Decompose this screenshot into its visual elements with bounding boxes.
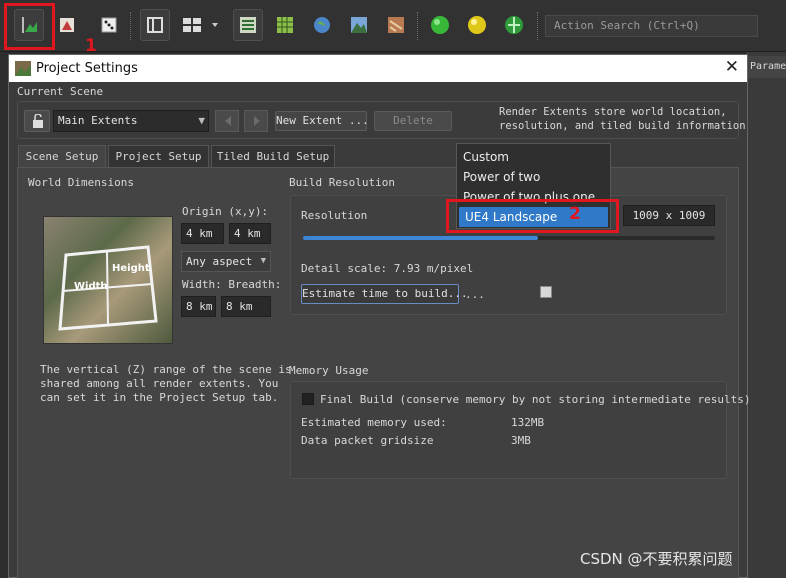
dropdown-option-power-of-two[interactable]: Power of two: [457, 167, 610, 187]
resolution-slider-track[interactable]: [303, 236, 715, 240]
next-extent-button[interactable]: [244, 110, 268, 132]
origin-x-field[interactable]: 4 km: [181, 223, 224, 244]
vertical-range-note-line3: can set it in the Project Setup tab.: [40, 391, 279, 404]
action-search-input[interactable]: Action Search (Ctrl+Q): [545, 15, 758, 37]
dropdown-option-custom[interactable]: Custom: [457, 147, 610, 167]
mountain-icon[interactable]: [344, 9, 374, 41]
dialog-titlebar: Project Settings ✕: [9, 55, 747, 82]
parameters-tab[interactable]: Paramet: [746, 56, 786, 78]
layer-view-icon[interactable]: [233, 9, 263, 41]
resolution-value-field[interactable]: 1009 x 1009: [623, 205, 715, 226]
vertical-range-note-line1: The vertical (Z) range of the scene is: [40, 363, 292, 376]
width-breadth-label: Width: Breadth:: [182, 278, 282, 291]
resolution-slider-handle[interactable]: [539, 286, 552, 298]
lock-icon: [31, 113, 45, 131]
gridsize-label: Data packet gridsize: [301, 434, 434, 447]
info-text-line1: Render Extents store world location,: [499, 106, 727, 118]
estimated-memory-value: 132MB: [511, 416, 545, 429]
origin-label: Origin (x,y):: [182, 205, 269, 218]
dialog-title: Project Settings: [36, 61, 138, 76]
watermark: CSDN @不要积累问题: [580, 550, 733, 568]
tab-tiled-build-setup[interactable]: Tiled Build Setup: [211, 145, 335, 168]
gridsize-value: 3MB: [511, 434, 531, 447]
annotation-box-1: [4, 3, 55, 50]
preview-width-label: Width: [74, 281, 108, 292]
delete-button[interactable]: Delete: [374, 111, 452, 131]
estimate-time-button[interactable]: Estimate time to build...: [301, 284, 468, 304]
memory-usage-label: Memory Usage: [289, 364, 369, 377]
app-icon: [15, 61, 31, 80]
chevron-down-icon: ▼: [198, 114, 205, 127]
extent-select-value: Main Extents: [58, 114, 138, 127]
vertical-range-note-line2: shared among all render extents. You: [40, 377, 279, 390]
arrow-right-icon: [251, 115, 263, 130]
main-toolbar: Action Search (Ctrl+Q): [0, 0, 786, 52]
annotation-box-2: [446, 199, 619, 233]
green-sphere-icon[interactable]: [425, 9, 455, 41]
prev-extent-button[interactable]: [215, 110, 239, 132]
tab-project-setup[interactable]: Project Setup: [108, 145, 209, 168]
terrain-preview-image: Height Width: [43, 216, 173, 344]
right-panel: [746, 52, 786, 578]
texture-icon[interactable]: [381, 9, 411, 41]
estimated-memory-label: Estimated memory used:: [301, 416, 447, 429]
green-globe-icon[interactable]: [499, 9, 529, 41]
lock-button[interactable]: [24, 110, 50, 132]
extent-select[interactable]: Main Extents ▼: [53, 110, 209, 132]
globe-icon[interactable]: [307, 9, 337, 41]
terrain-paint-icon[interactable]: [52, 9, 82, 41]
breadth-field[interactable]: 8 km: [221, 296, 271, 317]
chevron-down-icon: ▼: [260, 256, 266, 266]
final-build-label: Final Build (conserve memory by not stor…: [320, 393, 751, 406]
current-scene-label: Current Scene: [17, 85, 104, 98]
detail-scale-text: Detail scale: 7.93 m/pixel: [301, 262, 474, 275]
aspect-select-value: Any aspect: [186, 255, 253, 268]
close-icon[interactable]: ✕: [725, 57, 739, 77]
world-dimensions-label: World Dimensions: [28, 176, 134, 189]
final-build-checkbox[interactable]: [302, 393, 314, 405]
annotation-number-2: 2: [569, 204, 581, 224]
aspect-select[interactable]: Any aspect ▼: [181, 251, 271, 272]
tab-scene-setup[interactable]: Scene Setup: [18, 145, 106, 168]
dice-icon[interactable]: [95, 9, 125, 41]
info-text-line2: resolution, and tiled build information: [499, 120, 746, 132]
new-extent-button[interactable]: New Extent ...: [275, 111, 369, 131]
annotation-number-1: 1: [85, 36, 97, 56]
arrow-left-icon: [222, 115, 234, 130]
panel-layout-icon[interactable]: [140, 9, 170, 41]
origin-y-field[interactable]: 4 km: [229, 223, 271, 244]
project-settings-dialog: Project Settings ✕ Current Scene Main Ex…: [8, 54, 751, 578]
grid-map-icon[interactable]: [270, 9, 300, 41]
resolution-slider-fill: [303, 236, 538, 240]
estimate-result-text: ...: [465, 288, 485, 301]
resolution-label: Resolution: [301, 209, 368, 222]
yellow-sphere-icon[interactable]: [462, 9, 492, 41]
width-field[interactable]: 8 km: [181, 296, 216, 317]
grid-layout-icon[interactable]: [178, 9, 224, 41]
preview-height-label: Height: [112, 263, 150, 274]
build-resolution-label: Build Resolution: [289, 176, 395, 189]
left-panel-edge: [0, 52, 8, 578]
